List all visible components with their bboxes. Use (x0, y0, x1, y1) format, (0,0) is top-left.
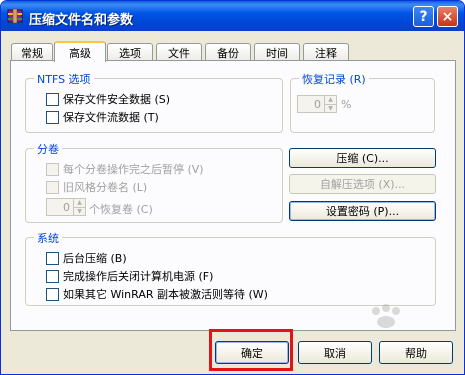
checkbox-label: 完成操作后关闭计算机电源 (F) (63, 270, 214, 283)
advanced-tab-panel: NTFS 选项 保存文件安全数据 (S) 保存文件流数据 (T) 恢复记录 (R… (10, 60, 456, 331)
button-label: 压缩 (C)... (336, 152, 389, 165)
percent-unit: % (341, 98, 352, 111)
tab-files[interactable]: 文件 (156, 43, 202, 61)
window-title: 压缩文件名和参数 (29, 13, 134, 28)
tab-label: 注释 (315, 46, 337, 60)
spinner-arrows-icon[interactable]: ▲ ▼ (73, 199, 85, 215)
winrar-icon (7, 8, 23, 24)
save-security-checkbox[interactable]: 保存文件安全数据 (S) (46, 91, 170, 107)
old-style-names-checkbox[interactable]: 旧风格分卷名 (L) (46, 179, 147, 195)
tab-backup[interactable]: 备份 (205, 43, 251, 61)
spinner-value: 0 (63, 200, 70, 214)
system-group-title: 系统 (34, 230, 62, 246)
tab-label: 高级 (69, 46, 91, 60)
close-icon: × (441, 8, 454, 25)
checkbox-label: 保存文件安全数据 (S) (63, 93, 171, 106)
recovery-record-group: 恢复记录 (R) 0 ▲ ▼ % (290, 71, 435, 133)
recovery-volumes-spinner[interactable]: 0 ▲ ▼ (46, 198, 86, 216)
close-button[interactable]: × (437, 6, 458, 27)
tab-label: 常规 (21, 46, 43, 60)
help-icon: ? (419, 8, 428, 25)
background-compress-checkbox[interactable]: 后台压缩 (B) (46, 250, 127, 266)
button-label: 取消 (324, 346, 346, 360)
tab-options[interactable]: 选项 (107, 43, 153, 61)
shutdown-when-done-checkbox[interactable]: 完成操作后关闭计算机电源 (F) (46, 268, 213, 284)
tab-label: 时间 (266, 46, 288, 60)
tab-label: 备份 (217, 46, 239, 60)
checkbox-box[interactable] (46, 269, 59, 283)
ok-highlight-annotation (209, 329, 293, 371)
tab-time[interactable]: 时间 (254, 43, 300, 61)
dialog-window: 压缩文件名和参数 ? × 常规 高级 选项 文件 备份 时间 注释 NTFS 选… (0, 0, 465, 375)
tab-general[interactable]: 常规 (11, 43, 53, 61)
checkbox-label: 旧风格分卷名 (L) (63, 181, 148, 194)
spinner-value: 0 (314, 97, 321, 111)
volumes-group-title: 分卷 (34, 141, 62, 157)
checkbox-box[interactable] (46, 110, 59, 124)
recovery-percent-spinner[interactable]: 0 ▲ ▼ (297, 95, 337, 113)
ntfs-group-title: NTFS 选项 (34, 71, 94, 87)
tab-label: 文件 (168, 46, 190, 60)
checkbox-label: 保存文件流数据 (T) (63, 111, 159, 124)
recovery-group-title: 恢复记录 (R) (299, 71, 369, 87)
checkbox-label: 每个分卷操作完之后暂停 (V) (63, 163, 204, 176)
button-label: 设置密码 (P)... (325, 205, 400, 218)
save-streams-checkbox[interactable]: 保存文件流数据 (T) (46, 109, 159, 125)
checkbox-box[interactable] (46, 287, 59, 301)
pause-after-volume-checkbox[interactable]: 每个分卷操作完之后暂停 (V) (46, 161, 204, 177)
tab-comment[interactable]: 注释 (303, 43, 349, 61)
wait-other-copies-checkbox[interactable]: 如果其它 WinRAR 副本被激活则等待 (W) (46, 286, 268, 302)
ntfs-options-group: NTFS 选项 保存文件安全数据 (S) 保存文件流数据 (T) (25, 71, 283, 133)
compression-button[interactable]: 压缩 (C)... (289, 148, 436, 168)
spinner-arrows-icon[interactable]: ▲ ▼ (324, 96, 336, 112)
checkbox-box[interactable] (46, 162, 59, 176)
checkbox-box[interactable] (46, 92, 59, 106)
tab-advanced[interactable]: 高级 (54, 41, 106, 62)
help-button[interactable]: 帮助 (379, 341, 453, 364)
checkbox-label: 后台压缩 (B) (63, 252, 127, 265)
checkbox-label: 如果其它 WinRAR 副本被激活则等待 (W) (63, 288, 268, 301)
title-bar[interactable]: 压缩文件名和参数 ? × (1, 1, 464, 31)
sfx-options-button[interactable]: 自解压选项 (X)... (289, 174, 436, 194)
system-group: 系统 后台压缩 (B) 完成操作后关闭计算机电源 (F) 如果其它 WinRAR… (25, 230, 436, 306)
volumes-group: 分卷 每个分卷操作完之后暂停 (V) 旧风格分卷名 (L) 0 ▲ ▼ 个恢复卷 … (25, 141, 283, 223)
help-title-button[interactable]: ? (413, 6, 434, 27)
set-password-button[interactable]: 设置密码 (P)... (289, 201, 436, 221)
button-label: 自解压选项 (X)... (319, 178, 406, 191)
button-label: 帮助 (405, 346, 427, 360)
cancel-button[interactable]: 取消 (298, 341, 372, 364)
checkbox-box[interactable] (46, 251, 59, 265)
recovery-volumes-label: 个恢复卷 (C) (89, 203, 153, 216)
paw-watermark-icon (372, 304, 400, 328)
checkbox-box[interactable] (46, 180, 59, 194)
tab-label: 选项 (119, 46, 141, 60)
